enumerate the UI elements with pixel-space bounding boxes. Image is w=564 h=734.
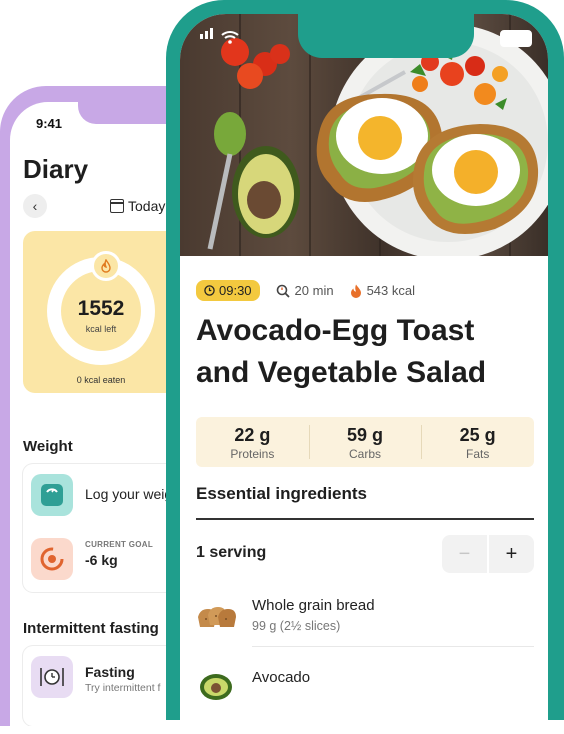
recipe-title: Avocado-Egg Toast and Vegetable Salad	[196, 314, 487, 389]
kcal-eaten-label: 0 kcal eaten	[76, 375, 126, 385]
avocado-icon	[200, 674, 232, 700]
goal-label: CURRENT GOAL	[85, 540, 154, 549]
flame-icon	[350, 284, 361, 298]
macro-proteins: 22 g Proteins	[196, 417, 309, 467]
battery-icon	[500, 30, 532, 47]
recipe-meta: 09:30 20 min 543 kcal	[196, 280, 415, 301]
page-title: Diary	[23, 154, 89, 184]
calendar-icon	[110, 199, 124, 213]
clock-icon	[204, 285, 215, 296]
phone-notch	[298, 14, 474, 58]
serving-label: 1 serving	[196, 544, 267, 561]
decrease-serving-button[interactable]: −	[442, 535, 487, 573]
ingredient-name: Whole grain bread	[252, 597, 375, 614]
meal-time-badge[interactable]: 09:30	[196, 280, 260, 301]
flame-icon	[91, 251, 121, 281]
kcal-left-value: 1552	[77, 297, 125, 320]
ingredient-quantity: 99 g (2½ slices)	[252, 619, 341, 633]
ingredients-heading: Essential ingredients	[196, 484, 367, 503]
macro-carbs: 59 g Carbs	[308, 417, 422, 467]
date-label: Today	[128, 198, 166, 214]
back-button[interactable]: ‹	[23, 194, 47, 218]
macro-value: 25 g	[459, 425, 496, 445]
macro-value: 59 g	[346, 425, 384, 445]
bread-icon	[198, 607, 236, 627]
ingredient-name: Avocado	[252, 669, 311, 686]
prep-time-value: 20 min	[294, 283, 334, 298]
scale-icon	[31, 474, 73, 516]
goal-value: -6 kg	[85, 552, 118, 568]
increase-serving-button[interactable]: +	[487, 535, 534, 573]
date-selector[interactable]: Today	[110, 198, 165, 214]
timer-icon	[276, 284, 290, 298]
ingredient-item[interactable]: Avocado	[196, 659, 534, 719]
log-weight-label: Log your weig	[85, 486, 173, 502]
macros-panel: 22 g Proteins 59 g Carbs 25 g Fats	[196, 417, 534, 467]
recipe-calories: 543 kcal	[350, 283, 415, 298]
meal-time: 09:30	[219, 283, 252, 298]
macro-label: Carbs	[349, 447, 382, 461]
status-bar	[200, 26, 239, 44]
calories-value: 543 kcal	[366, 283, 415, 298]
status-time: 9:41	[36, 116, 63, 131]
macro-fats: 25 g Fats	[421, 417, 534, 467]
divider	[196, 518, 534, 520]
signal-icon	[200, 26, 215, 44]
chevron-left-icon: ‹	[32, 198, 38, 214]
prep-time: 20 min	[276, 283, 334, 298]
kcal-left-label: kcal left	[85, 324, 117, 334]
fasting-title: Fasting	[85, 664, 135, 680]
divider	[252, 646, 534, 647]
plate-clock-icon	[31, 656, 73, 698]
recipe-phone: 09:30 20 min 543 kcal Avocado-Egg Toast …	[166, 0, 564, 734]
macro-label: Proteins	[230, 447, 275, 461]
macro-label: Fats	[466, 447, 490, 461]
weight-section-heading: Weight	[23, 438, 73, 455]
ingredient-item[interactable]: Whole grain bread 99 g (2½ slices)	[196, 587, 534, 647]
wifi-icon	[221, 31, 239, 44]
serving-stepper: − +	[442, 535, 534, 573]
fasting-section-heading: Intermittent fasting	[23, 620, 159, 637]
goal-icon	[31, 538, 73, 580]
recipe-screen: 09:30 20 min 543 kcal Avocado-Egg Toast …	[180, 14, 548, 734]
macro-value: 22 g	[234, 425, 271, 445]
